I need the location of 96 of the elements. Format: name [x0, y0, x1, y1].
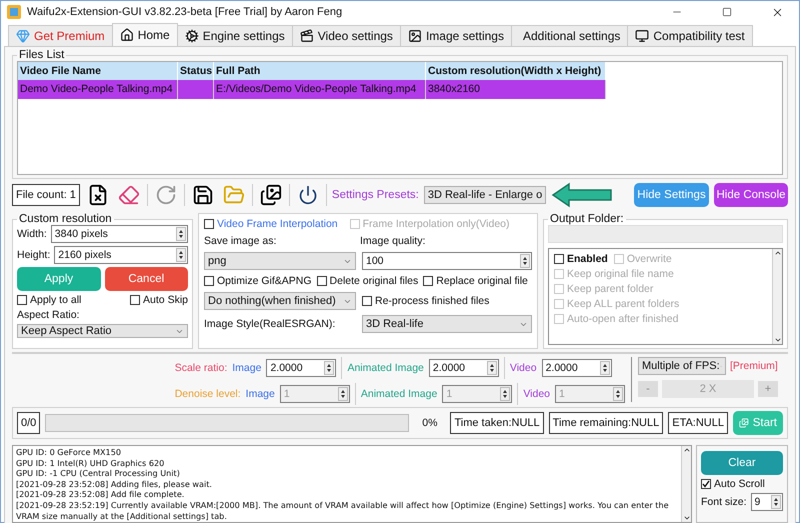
log-line: [2021-09-28 23:52:08] Adding files, please wait.: [16, 478, 213, 490]
field-label: Video: [523, 388, 550, 400]
column-header[interactable]: Custom resolution(Width x Height): [426, 62, 606, 80]
checkbox[interactable]: Auto Skip: [130, 294, 188, 306]
field-label: Width:: [17, 228, 47, 240]
finish-action-dropdown[interactable]: Do nothing(when finished): [204, 292, 356, 310]
spin-field[interactable]: 2.0000: [266, 359, 336, 377]
checkbox[interactable]: Re-process finished files: [362, 295, 490, 307]
log-line: GPU ID: 0 GeForce MX150: [16, 447, 122, 458]
field-label: Height:: [17, 249, 50, 261]
spinner-arrows-icon[interactable]: [771, 495, 781, 509]
checkbox[interactable]: Replace original file: [423, 275, 528, 287]
table-cell[interactable]: [178, 80, 214, 99]
tab[interactable]: Video settings: [292, 25, 401, 46]
app-logo-icon: [7, 5, 21, 19]
column-header[interactable]: Full Path: [214, 62, 426, 80]
maximize-icon: [722, 7, 732, 17]
tab[interactable]: Image settings: [400, 25, 512, 46]
file-count: File count: 1: [12, 184, 80, 206]
tab[interactable]: Get Premium: [8, 25, 113, 46]
eta: ETA:NULL: [668, 412, 728, 434]
presets-dropdown[interactable]: 3D Real-life - Enlarge o: [424, 186, 546, 204]
spinner-arrows-icon[interactable]: [324, 361, 334, 375]
field-label: Animated Image: [360, 388, 438, 400]
log-line: GPU ID: 1 Intel(R) UHD Graphics 620: [16, 458, 166, 468]
field-label: Aspect Ratio:: [17, 309, 80, 321]
tab[interactable]: Engine settings: [176, 25, 293, 46]
progress-count: 0/0: [17, 412, 40, 434]
field-label: Font size:: [701, 496, 747, 508]
field-label: Image: [232, 362, 262, 374]
log-line: GPU ID: -1 CPU (Central Processing Unit): [16, 468, 181, 479]
monitor-icon: [635, 29, 650, 43]
cancel-button[interactable]: Cancel: [104, 267, 188, 291]
house-icon: [120, 28, 134, 42]
premium-label: [Premium]: [730, 360, 778, 372]
log-line: [2021-09-28 23:52:19] Currently available VRAM:[2000 MB]. The amount of VRAM available will affect how [Optimize (Engine) Settings] works. You can enter the VRAM size manually at the [Additional settings] tab.: [16, 500, 670, 522]
checkbox[interactable]: Auto Scroll: [701, 478, 783, 490]
spinner-arrows-icon[interactable]: [176, 248, 186, 262]
scrollbar[interactable]: [772, 249, 782, 344]
tab[interactable]: Home: [112, 23, 178, 46]
font-size-field[interactable]: 9: [750, 493, 783, 511]
checkbox[interactable]: Optimize Gif&APNG: [204, 275, 312, 287]
table-cell[interactable]: E:/Videos/Demo Video-People Talking.mp4: [214, 80, 426, 99]
clapperboard-icon: [300, 29, 314, 43]
checkbox[interactable]: Apply to all: [17, 294, 82, 306]
scrollbar[interactable]: [681, 446, 691, 522]
log-line: [2021-09-28 23:52:08] Add file complete.: [16, 489, 186, 500]
table-cell[interactable]: 3840x2160: [426, 80, 606, 99]
column-header[interactable]: Status: [178, 62, 214, 80]
checkbox[interactable]: Enabled: [554, 253, 608, 265]
aspect-dropdown[interactable]: Keep Aspect Ratio: [17, 324, 188, 338]
format-dropdown[interactable]: png: [204, 252, 356, 270]
group-title: Files List: [18, 49, 66, 61]
quality-field[interactable]: 100: [362, 252, 532, 270]
progress-percent: 0%: [422, 417, 438, 429]
spin-field[interactable]: 2.0000: [542, 359, 612, 377]
field-label: Video: [510, 362, 537, 374]
output-folder-field[interactable]: [548, 225, 783, 243]
chevron-up-icon[interactable]: [774, 249, 782, 257]
field-label: Animated Image: [347, 362, 424, 374]
window-title: Waifu2x-Extension-GUI v3.82.23-beta [Free Trial] by Aaron Feng: [27, 6, 344, 18]
chevron-up-icon[interactable]: [682, 446, 690, 454]
row-label: Denoise level:: [174, 388, 241, 400]
row-label: Scale ratio:: [174, 362, 228, 374]
field-label: Image: [246, 388, 275, 400]
checkmark-icon: [702, 480, 710, 488]
checkbox[interactable]: Video Frame Interpolation: [204, 218, 338, 230]
spinner-arrows-icon[interactable]: [520, 254, 530, 268]
chevron-down-icon[interactable]: [774, 336, 782, 344]
group-title: Custom resolution: [18, 213, 113, 225]
height-field[interactable]: 2160 pixels: [54, 246, 188, 264]
field-label: Image Style(RealESRGAN):: [204, 318, 336, 330]
image-icon: [408, 29, 422, 43]
arrow-drawing: [550, 182, 613, 208]
table-cell[interactable]: Demo Video-People Talking.mp4: [18, 80, 178, 99]
presets-label: Settings Presets:: [332, 189, 419, 201]
spin-field[interactable]: 2.0000: [428, 359, 499, 377]
time-remaining: Time remaining:NULL: [548, 412, 664, 434]
style-dropdown[interactable]: 3D Real-life: [362, 315, 532, 333]
gem-icon: [16, 29, 30, 43]
spinner-arrows-icon[interactable]: [486, 361, 497, 375]
fps-dropdown[interactable]: Multiple of FPS:: [638, 357, 726, 375]
group-title: Output Folder:: [549, 213, 625, 225]
width-field[interactable]: 3840 pixels: [50, 225, 188, 243]
spinner-arrows-icon[interactable]: [600, 361, 610, 375]
time-taken: Time taken:NULL: [450, 412, 544, 434]
tab[interactable]: Additional settings: [510, 25, 628, 46]
field-label: Image quality:: [360, 235, 426, 247]
hide-console-button[interactable]: Hide Console: [714, 183, 788, 207]
images-icon: [739, 416, 749, 430]
spinner-arrows-icon[interactable]: [176, 227, 186, 241]
checkbox[interactable]: Delete original files: [316, 275, 418, 287]
tab[interactable]: Compatibility test: [627, 25, 753, 46]
column-header[interactable]: Video File Name: [18, 62, 178, 80]
field-label: Save image as:: [204, 235, 278, 247]
gear-icon: [184, 29, 199, 43]
